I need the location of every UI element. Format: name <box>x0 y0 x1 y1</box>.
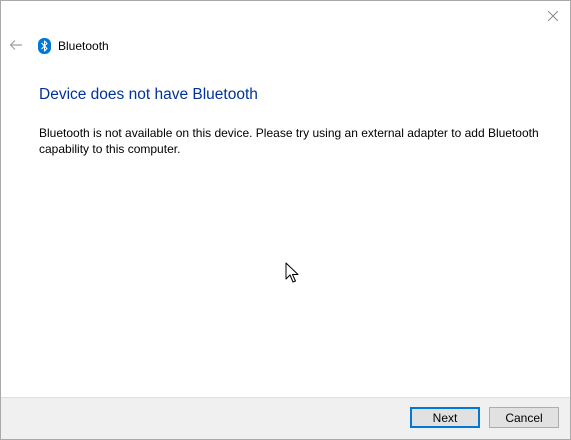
mouse-pointer-icon <box>285 262 299 289</box>
status-message: Bluetooth is not available on this devic… <box>39 126 539 156</box>
close-button[interactable] <box>544 7 562 25</box>
cancel-button[interactable]: Cancel <box>489 407 559 428</box>
close-icon <box>548 11 558 21</box>
next-button[interactable]: Next <box>410 407 480 428</box>
dialog-header: Bluetooth <box>38 37 109 55</box>
header-title: Bluetooth <box>58 39 109 53</box>
back-arrow-icon <box>9 40 22 50</box>
dialog-footer: Next Cancel <box>1 397 570 439</box>
bluetooth-dialog: Bluetooth Device does not have Bluetooth… <box>0 0 571 440</box>
bluetooth-icon <box>38 38 51 54</box>
page-title: Device does not have Bluetooth <box>39 86 258 103</box>
back-button[interactable] <box>8 37 24 53</box>
